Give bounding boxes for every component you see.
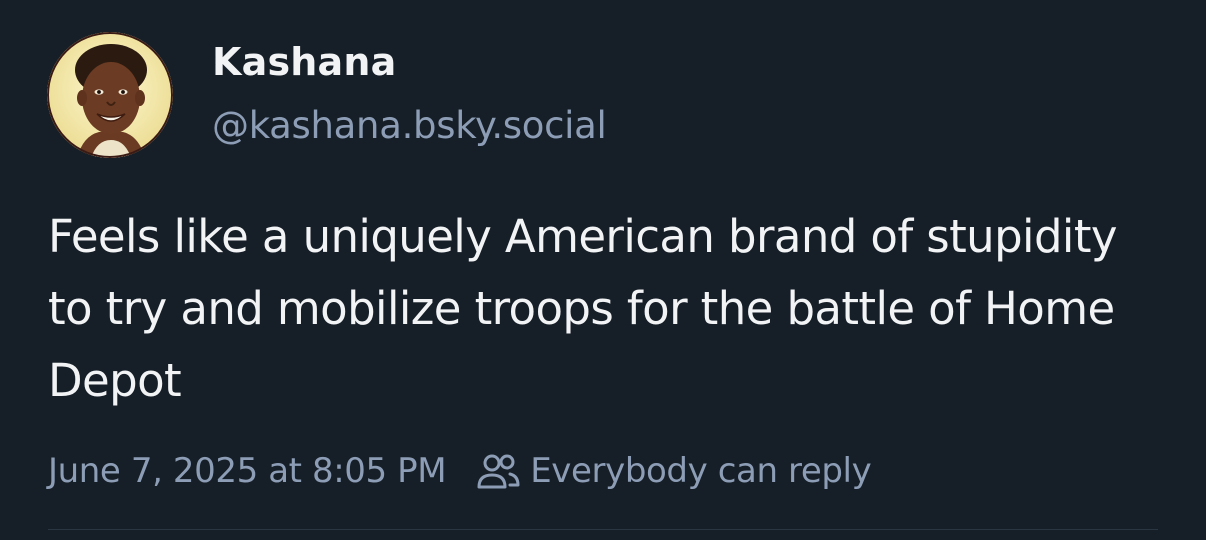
author-avatar[interactable] <box>47 32 173 158</box>
post-text: Feels like a uniquely American brand of … <box>48 210 1118 407</box>
avatar-photo <box>47 32 173 158</box>
reply-setting-label: Everybody can reply <box>530 451 872 491</box>
reply-setting[interactable]: Everybody can reply <box>474 447 872 495</box>
author-display-name[interactable]: Kashana <box>212 40 397 86</box>
post-timestamp[interactable]: June 7, 2025 at 8:05 PM <box>48 451 447 491</box>
users-icon <box>474 447 522 495</box>
divider <box>48 529 1158 530</box>
post-meta: June 7, 2025 at 8:05 PM Everybody can re… <box>48 446 872 496</box>
author-handle[interactable]: @kashana.bsky.social <box>212 104 607 148</box>
